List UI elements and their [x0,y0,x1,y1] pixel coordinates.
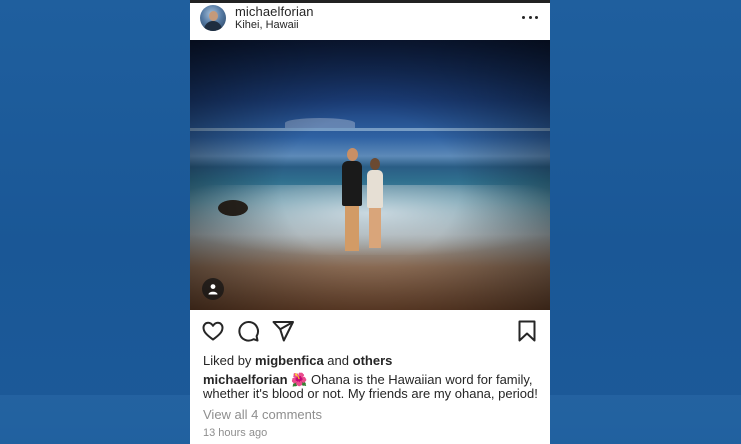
avatar[interactable] [200,5,226,31]
user-tag-icon[interactable] [202,278,224,300]
likes-prefix: Liked by [203,353,252,368]
post-photo[interactable] [190,40,550,310]
view-all-comments-link[interactable]: View all 4 comments [203,407,322,422]
likes-others-link[interactable]: others [353,353,393,368]
send-icon[interactable] [271,319,295,343]
post-location[interactable]: Kihei, Hawaii [235,19,299,31]
comment-icon[interactable] [236,319,260,343]
caption-username[interactable]: michaelforian [203,372,288,387]
photo-vignette [190,40,550,310]
post-timestamp: 13 hours ago [203,427,268,439]
likes-joiner: and [327,353,349,368]
post-header: michaelforian Kihei, Hawaii [190,3,550,40]
more-horizontal-icon[interactable] [522,8,538,26]
heart-icon[interactable] [201,319,225,343]
avatar-head [209,11,218,21]
more-dot [522,15,525,19]
post-caption: michaelforian 🌺 Ohana is the Hawaiian wo… [203,373,543,401]
more-dot [535,15,538,19]
post-username[interactable]: michaelforian [235,4,314,19]
liker-username[interactable]: migbenfica [255,353,324,368]
user-tag-glyph [208,284,218,295]
instagram-post-card: michaelforian Kihei, Hawaii Liked by mig… [190,3,550,444]
post-actions [190,319,550,345]
bookmark-icon[interactable] [515,319,539,343]
likes-line: Liked by migbenfica and others [203,353,392,368]
avatar-shoulders [204,21,222,31]
hibiscus-emoji: 🌺 [291,372,308,387]
more-dot [528,15,532,19]
